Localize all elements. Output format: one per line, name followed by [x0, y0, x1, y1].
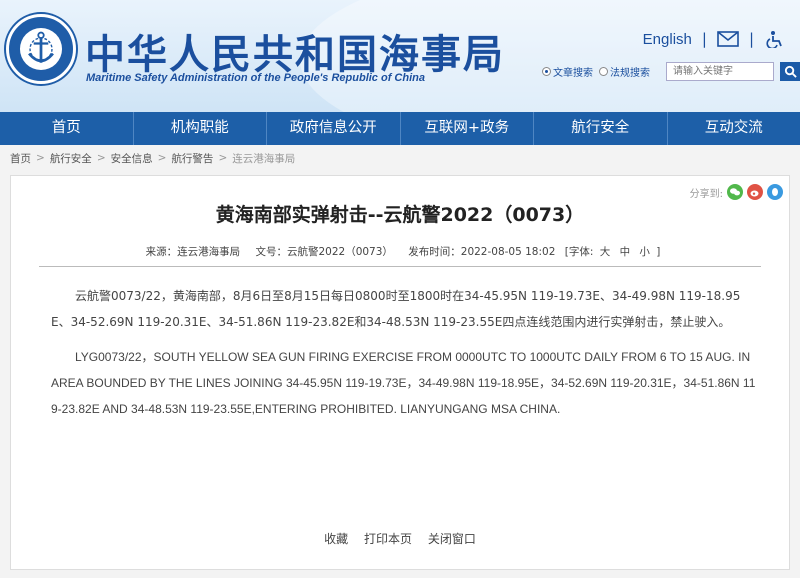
font-size-small[interactable]: 小: [639, 246, 650, 258]
nav-item-interaction[interactable]: 互动交流: [668, 112, 800, 145]
breadcrumb-arrow: >: [96, 152, 106, 164]
font-size-end: ]: [656, 246, 661, 258]
article-panel: 分享到: 黄海南部实弹射击--云航警2022（0073） 来源：连云港海事局 文…: [10, 175, 790, 570]
font-size-medium[interactable]: 中: [620, 246, 631, 258]
breadcrumb-safety-info[interactable]: 安全信息: [111, 151, 153, 166]
print-button[interactable]: 打印本页: [364, 532, 412, 546]
radio-icon: [542, 67, 551, 76]
breadcrumb: 首页 > 航行安全 > 安全信息 > 航行警告 > 连云港海事局: [0, 145, 800, 171]
breadcrumb-arrow: >: [157, 152, 167, 164]
separator: |: [748, 30, 754, 48]
article-meta: 来源：连云港海事局 文号：云航警2022（0073） 发布时间：2022-08-…: [11, 244, 789, 259]
site-header: 中华人民共和国海事局 Maritime Safety Administratio…: [0, 0, 800, 112]
nav-item-gov-info[interactable]: 政府信息公开: [267, 112, 401, 145]
search-type-law[interactable]: 法规搜索: [599, 64, 650, 79]
mail-icon[interactable]: [717, 30, 739, 48]
breadcrumb-navigation-safety[interactable]: 航行安全: [50, 151, 92, 166]
main-nav: 首页 机构职能 政府信息公开 互联网+政务 航行安全 互动交流: [0, 112, 800, 145]
nav-item-navigation-safety[interactable]: 航行安全: [534, 112, 668, 145]
site-title-en: Maritime Safety Administration of the Pe…: [86, 72, 425, 84]
font-size-large[interactable]: 大: [600, 246, 611, 258]
nav-item-home[interactable]: 首页: [0, 112, 134, 145]
msa-logo[interactable]: [6, 14, 76, 84]
breadcrumb-arrow: >: [218, 152, 228, 164]
english-link[interactable]: English: [643, 31, 692, 48]
article-title: 黄海南部实弹射击--云航警2022（0073）: [215, 204, 585, 226]
accessibility-icon[interactable]: [764, 30, 786, 50]
weibo-icon[interactable]: [747, 184, 763, 200]
share-label: 分享到:: [689, 188, 723, 200]
favorite-button[interactable]: 收藏: [324, 532, 348, 546]
search-type-article[interactable]: 文章搜索: [542, 64, 593, 79]
article-footer: 收藏 打印本页 关闭窗口: [11, 530, 789, 547]
radio-icon: [599, 67, 608, 76]
anchor-icon: [10, 18, 72, 80]
share-bar: 分享到:: [690, 184, 783, 200]
breadcrumb-home[interactable]: 首页: [10, 151, 31, 166]
separator: |: [701, 30, 707, 48]
nav-item-internet-gov[interactable]: 互联网+政务: [401, 112, 534, 145]
paragraph-en: LYG0073/22，SOUTH YELLOW SEA GUN FIRING E…: [51, 350, 756, 416]
wechat-icon[interactable]: [727, 184, 743, 200]
breadcrumb-arrow: >: [36, 152, 45, 164]
breadcrumb-lianyungang[interactable]: 连云港海事局: [232, 151, 295, 166]
meta-published: 发布时间：2022-08-05 18:02: [408, 246, 556, 258]
divider: [39, 266, 761, 267]
close-window-button[interactable]: 关闭窗口: [428, 532, 476, 546]
search-input[interactable]: [666, 62, 774, 81]
qq-icon[interactable]: [767, 184, 783, 200]
search-button[interactable]: [780, 62, 800, 81]
article-body: 云航警0073/22，黄海南部，8月6日至8月15日每日0800时至1800时在…: [51, 283, 759, 422]
nav-item-functions[interactable]: 机构职能: [134, 112, 267, 145]
meta-source: 来源：连云港海事局: [145, 246, 241, 258]
paragraph-cn: 云航警0073/22，黄海南部，8月6日至8月15日每日0800时至1800时在…: [51, 289, 741, 329]
header-tools: English | |: [643, 30, 786, 50]
search-area: 文章搜索 法规搜索: [542, 62, 800, 81]
meta-doc-no: 文号：云航警2022（0073）: [255, 246, 393, 258]
breadcrumb-warnings[interactable]: 航行警告: [171, 151, 213, 166]
search-icon: [784, 65, 797, 78]
font-size-label: [字体:: [564, 246, 594, 258]
